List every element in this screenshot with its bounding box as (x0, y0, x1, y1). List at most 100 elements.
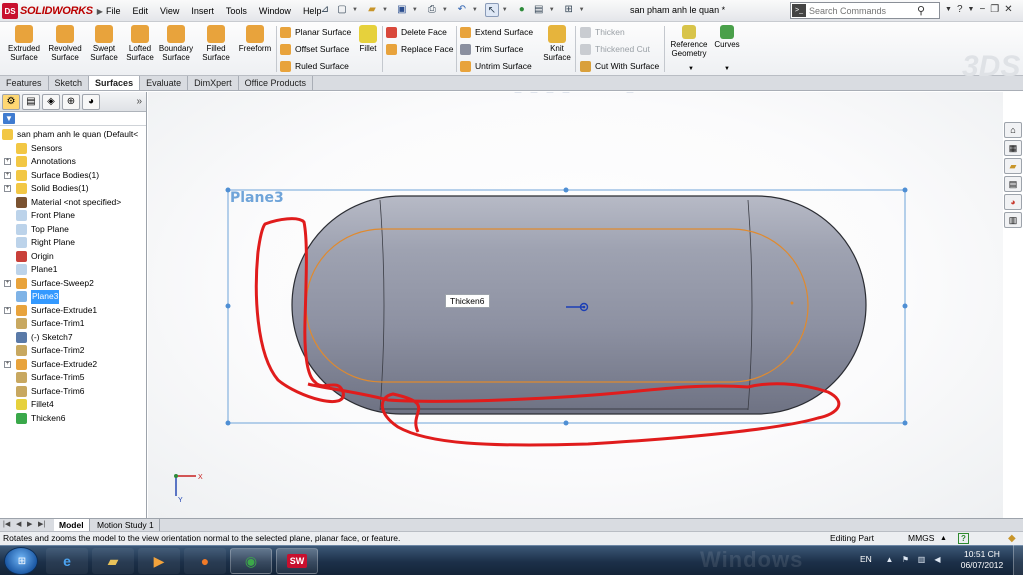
curves-dropdown-icon[interactable]: ▼ (724, 66, 730, 72)
extruded-surface-button[interactable]: Extruded Surface (4, 25, 44, 62)
expand-icon[interactable]: + (4, 360, 11, 368)
view-orientation-icon[interactable]: ▣ (544, 92, 556, 94)
search-input[interactable] (809, 5, 917, 16)
expand-panel-icon[interactable]: » (136, 96, 142, 107)
new-dropdown-icon[interactable]: ▼ (352, 7, 358, 13)
tab-motion-study-1[interactable]: Motion Study 1 (92, 519, 160, 531)
apply-scene-icon[interactable]: ◒ (608, 92, 620, 94)
solidworks-logo[interactable]: DS SOLIDWORKS ▶ (2, 2, 103, 20)
property-manager-tab-icon[interactable]: ▤ (22, 93, 40, 110)
save-dropdown-icon[interactable]: ▼ (412, 7, 418, 13)
tree-item[interactable]: Thicken6 (0, 412, 146, 426)
tab-evaluate[interactable]: Evaluate (140, 76, 189, 90)
tree-item[interactable]: + Solid Bodies(1) (0, 182, 146, 196)
tab-dimxpert[interactable]: DimXpert (188, 76, 239, 90)
custom-properties-icon[interactable]: ▥ (1004, 212, 1022, 228)
boundary-surface-button[interactable]: Boundary Surface (156, 25, 196, 62)
filled-surface-button[interactable]: Filled Surface (196, 25, 236, 62)
tree-root-part[interactable]: san pham anh le quan (Default< (0, 128, 146, 142)
language-indicator[interactable]: EN (860, 554, 872, 564)
ruled-surface-button[interactable]: Ruled Surface (280, 60, 349, 72)
tree-item[interactable]: Origin (0, 250, 146, 264)
zoom-to-fit-icon[interactable]: ⊕ (480, 92, 492, 94)
fillet-button[interactable]: Fillet (351, 25, 385, 53)
configuration-manager-tab-icon[interactable]: ◈ (42, 93, 60, 110)
offset-surface-button[interactable]: Offset Surface (280, 43, 349, 55)
clock[interactable]: 10:51 CH 06/07/2012 (958, 549, 1006, 571)
expand-icon[interactable]: + (4, 279, 11, 287)
restore-icon[interactable]: ❐ (990, 4, 999, 15)
edit-appearance-icon[interactable]: ◕ (592, 92, 604, 94)
feature-manager-tab-icon[interactable]: ⚙ (2, 93, 20, 110)
tree-item[interactable]: + Surface-Sweep2 (0, 277, 146, 291)
tab-scroll-next-icon[interactable]: ▶ (27, 520, 32, 528)
planar-surface-button[interactable]: Planar Surface (280, 26, 351, 38)
untrim-surface-button[interactable]: Untrim Surface (460, 60, 532, 72)
tree-item[interactable]: Fillet4 (0, 398, 146, 412)
tab-surfaces[interactable]: Surfaces (89, 76, 141, 90)
graphics-area[interactable]: X Y ⊕ ⊗ ◧ ▥ ▣ ◩ ◌ ◕ ◒ ▤ ▭ ❐ ✕ Plane3 Thi… (148, 92, 1003, 518)
open-dropdown-icon[interactable]: ▼ (382, 7, 388, 13)
undo-dropdown-icon[interactable]: ▼ (472, 7, 478, 13)
hide-show-items-icon[interactable]: ◌ (576, 92, 588, 94)
freeform-button[interactable]: Freeform (235, 25, 275, 53)
expand-icon[interactable]: + (4, 185, 11, 192)
menu-insert[interactable]: Insert (185, 5, 220, 17)
network-icon[interactable]: ▥ (916, 554, 927, 565)
tree-item[interactable]: Material <not specified> (0, 196, 146, 210)
search-commands-box[interactable]: >_ ⚲ (790, 2, 940, 19)
swept-surface-button[interactable]: Swept Surface (84, 25, 124, 62)
model-viewport[interactable]: X Y (148, 92, 1003, 518)
new-document-icon[interactable]: ▢ (335, 3, 349, 17)
design-library-icon[interactable]: ▦ (1004, 140, 1022, 156)
tree-item[interactable]: Top Plane (0, 223, 146, 237)
previous-view-icon[interactable]: ◧ (512, 92, 524, 94)
properties-dropdown-icon[interactable]: ▼ (549, 7, 555, 13)
view-settings-icon[interactable]: ▤ (624, 92, 636, 94)
tree-item[interactable]: Surface-Trim2 (0, 344, 146, 358)
expand-icon[interactable]: + (4, 158, 11, 165)
show-desktop-button[interactable] (1013, 545, 1023, 575)
zoom-to-area-icon[interactable]: ⊗ (496, 92, 508, 94)
dimxpert-manager-tab-icon[interactable]: ⊕ (62, 93, 80, 110)
rebuild-status-icon[interactable]: ◆ (1008, 532, 1016, 545)
tree-item[interactable]: + Surface-Extrude1 (0, 304, 146, 318)
show-hidden-icons-icon[interactable]: ▲ (884, 554, 895, 565)
expand-icon[interactable]: + (4, 306, 11, 314)
tab-scroll-first-icon[interactable]: |◀ (3, 520, 10, 528)
search-dropdown-icon[interactable]: ▼ (945, 6, 952, 15)
tree-filter[interactable]: ▼ (0, 112, 146, 126)
thicken-button[interactable]: Thicken (580, 26, 625, 38)
knit-surface-button[interactable]: Knit Surface (538, 25, 576, 62)
pin-icon[interactable]: ⊿ (318, 3, 332, 17)
undo-icon[interactable]: ↶ (455, 3, 469, 17)
search-icon[interactable]: ⚲ (917, 4, 925, 17)
tree-item[interactable]: Plane3 (0, 290, 146, 304)
tree-item[interactable]: Surface-Trim5 (0, 371, 146, 385)
tree-item[interactable]: Sensors (0, 142, 146, 156)
solidworks-resources-icon[interactable]: ⌂ (1004, 122, 1022, 138)
action-center-flag-icon[interactable]: ⚑ (900, 554, 911, 565)
help-question-icon[interactable]: ? (957, 4, 963, 15)
tree-item[interactable]: Plane1 (0, 263, 146, 277)
print-icon[interactable]: ⎙ (425, 3, 439, 17)
rebuild-icon[interactable]: ● (515, 3, 529, 17)
trim-surface-button[interactable]: Trim Surface (460, 43, 523, 55)
units-selector[interactable]: MMGS (908, 532, 934, 545)
quick-tips-icon[interactable]: ? (958, 533, 969, 544)
close-icon[interactable]: ✕ (1004, 4, 1012, 15)
display-style-icon[interactable]: ◩ (560, 92, 572, 94)
file-properties-icon[interactable]: ▤ (532, 3, 546, 17)
extend-surface-button[interactable]: Extend Surface (460, 26, 533, 38)
delete-face-button[interactable]: Delete Face (386, 26, 447, 38)
revolved-surface-button[interactable]: Revolved Surface (45, 25, 85, 62)
open-icon[interactable]: ▰ (365, 3, 379, 17)
thickened-cut-button[interactable]: Thickened Cut (580, 43, 650, 55)
minimize-icon[interactable]: − (979, 4, 985, 15)
file-explorer-icon[interactable]: ▰ (1004, 158, 1022, 174)
help-dropdown-icon[interactable]: ▼ (968, 6, 975, 15)
tab-scroll-prev-icon[interactable]: ◀ (16, 520, 21, 528)
tab-features[interactable]: Features (0, 76, 49, 90)
volume-icon[interactable]: ◀ (932, 554, 943, 565)
tree-item[interactable]: (-) Sketch7 (0, 331, 146, 345)
